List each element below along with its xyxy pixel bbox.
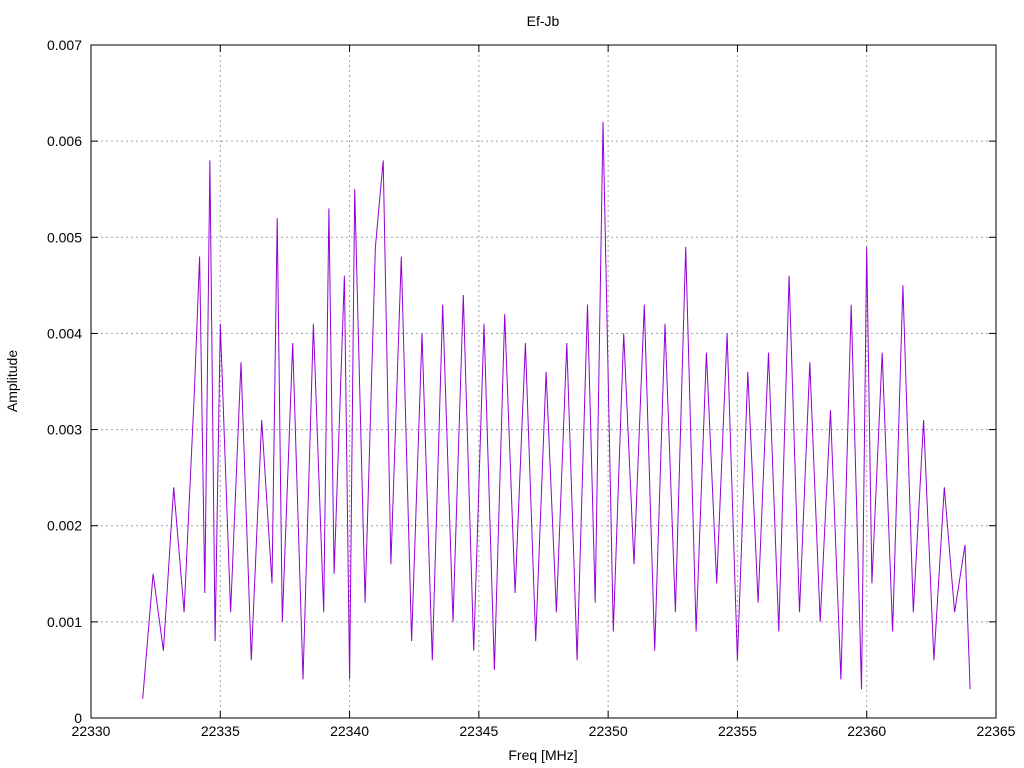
y-tick-label: 0.001 — [47, 614, 82, 630]
chart-background — [0, 0, 1024, 768]
chart-title: Ef-Jb — [527, 13, 560, 29]
y-tick-label: 0 — [74, 710, 82, 726]
x-tick-label: 22345 — [459, 723, 498, 739]
x-tick-label: 22355 — [718, 723, 757, 739]
y-tick-label: 0.004 — [47, 325, 82, 341]
x-axis-label: Freq [MHz] — [508, 747, 577, 763]
y-tick-label: 0.005 — [47, 229, 82, 245]
x-tick-label: 22360 — [847, 723, 886, 739]
x-tick-label: 22365 — [977, 723, 1016, 739]
x-tick-label: 22350 — [589, 723, 628, 739]
y-tick-label: 0.002 — [47, 518, 82, 534]
x-tick-label: 22340 — [330, 723, 369, 739]
y-axis-label: Amplitude — [4, 350, 20, 412]
y-tick-label: 0.006 — [47, 133, 82, 149]
x-tick-label: 22335 — [201, 723, 240, 739]
chart: 22330 22335 22340 22345 22350 22355 22360 22365… — [0, 0, 1024, 768]
y-tick-label: 0.003 — [47, 422, 82, 438]
y-tick-label: 0.007 — [47, 37, 82, 53]
